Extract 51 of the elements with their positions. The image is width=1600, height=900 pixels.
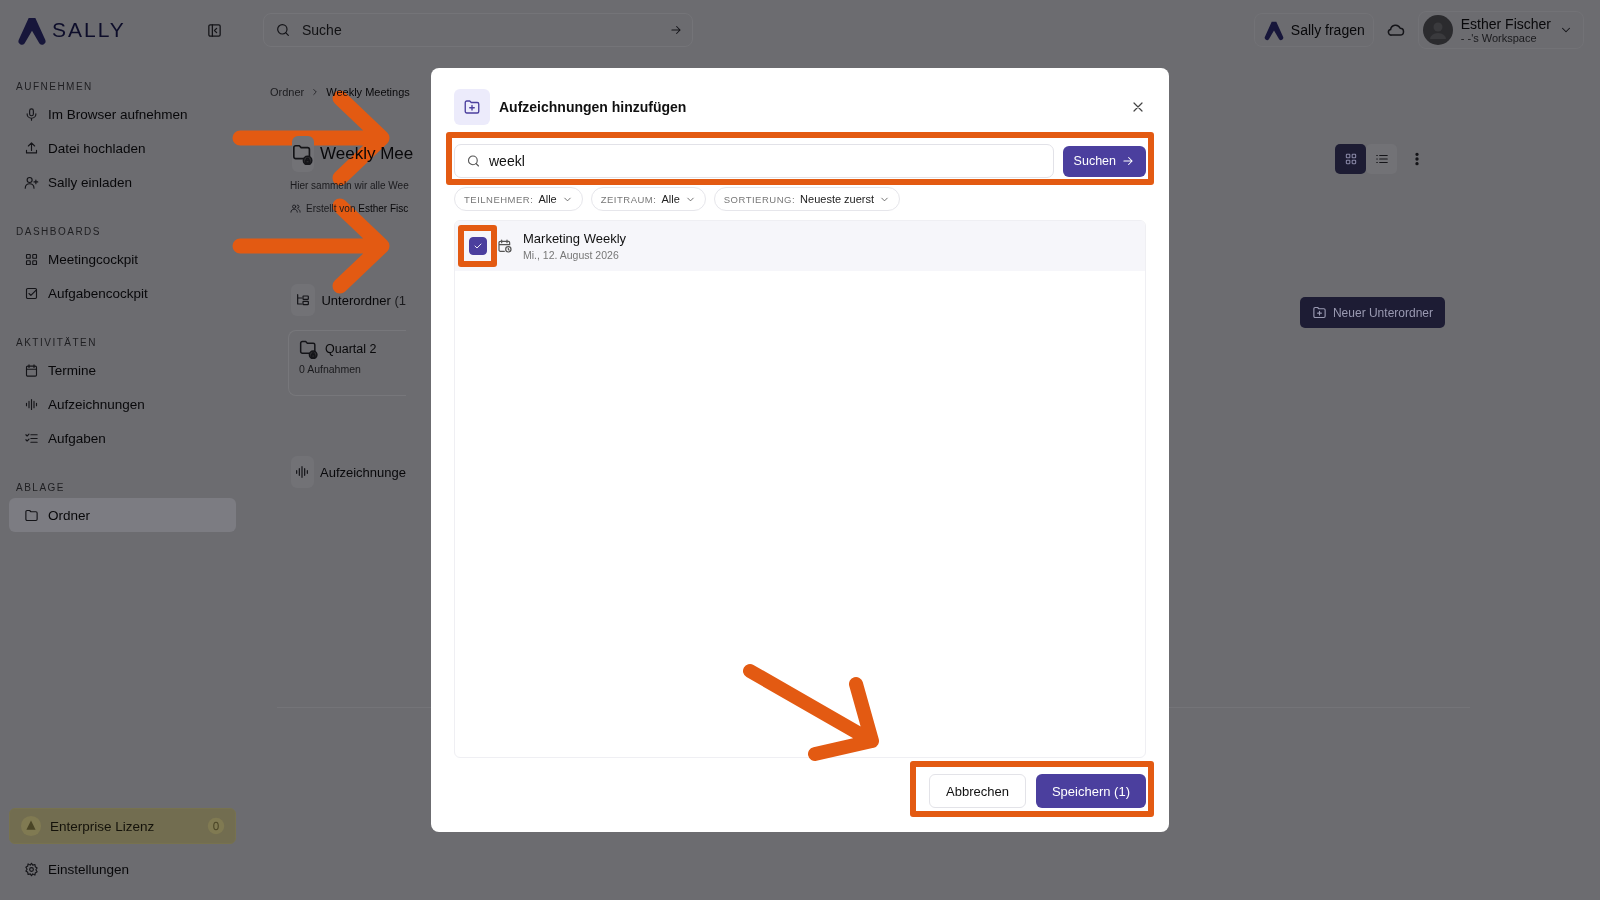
new-subfolder-button[interactable]: Neuer Unterordner [1299,297,1445,328]
sidebar-item-label: Ordner [48,507,91,523]
filter-dropdown[interactable]: SORTIERUNG: Neueste zuerst [713,187,901,211]
recording-count: 0 Aufnahmen [299,363,362,375]
sidebar-item-label: Im Browser aufnehmen [48,106,188,122]
ask-button[interactable]: Sally fragen [1253,13,1374,47]
dialog-title: Aufzeichnungen hinzufügen [499,99,688,115]
result-title: Marketing Weekly [523,231,627,246]
section-title: Aufzeichnunge [320,464,406,480]
sidebar-item[interactable]: Aufzeichnungen [9,387,236,421]
license-card[interactable]: Enterprise Lizenz [9,808,236,844]
result-row[interactable]: Marketing Weekly Mi., 12. August 2026 [455,221,1145,271]
sidebar-item[interactable]: Meetingcockpit [9,242,236,276]
sidebar-item[interactable]: Ordner [9,498,236,532]
sidebar-item-label: Termine [48,362,96,378]
sidebar-item-label: Datei hochladen [48,140,146,156]
sidebar-item-label: Sally einladen [48,174,133,190]
settings-item[interactable]: Einstellungen [9,852,236,886]
section-title: Unterordner (1 [321,292,406,308]
save-button[interactable]: Speichern (1) [1035,774,1146,808]
settings-label: Einstellungen [48,861,130,877]
user-menu[interactable]: Esther Fischer - -'s Workspace [1417,11,1584,49]
section-heading: ABLAGE [15,481,67,495]
section-heading: DASHBOARDS [15,225,102,239]
cancel-button[interactable]: Abbrechen [929,774,1026,808]
workspace-name: - -'s Workspace [1460,32,1538,44]
sidebar-item-label: Aufzeichnungen [48,396,145,412]
search-field[interactable]: Suche [263,13,693,47]
sidebar-item[interactable]: Termine [9,353,236,387]
filter-dropdown[interactable]: TEILNEHMER: Alle [454,187,583,211]
section-heading: AUFNEHMEN [15,80,94,94]
section-heading: AKTIVITÄTEN [15,336,98,350]
search-field[interactable]: weekl [454,144,1054,178]
breadcrumb-item[interactable]: Ordner [270,86,305,98]
user-name: Esther Fischer [1460,16,1551,32]
sidebar-item[interactable]: Aufgaben [9,421,236,455]
folder-name: Quartal 2 [325,342,377,356]
sidebar-item-label: Aufgaben [48,430,106,446]
filter-dropdown[interactable]: ZEITRAUM: Alle [590,187,706,211]
license-label: Enterprise Lizenz [50,818,156,834]
sidebar-item-label: Aufgabencockpit [48,285,148,301]
folder-card[interactable]: Quartal 2 0 Aufnahmen [288,330,406,396]
breadcrumb-item[interactable]: Weekly Meetings [326,86,410,98]
sidebar-item[interactable]: Im Browser aufnehmen [9,97,236,131]
sidebar-item[interactable]: Aufgabencockpit [9,276,236,310]
logo-text: SALLY [52,18,126,42]
search-button[interactable]: Suchen [1062,145,1146,177]
sidebar-item[interactable]: Sally einladen [9,165,236,199]
sidebar-item[interactable]: Datei hochladen [9,131,236,165]
sidebar-item-label: Meetingcockpit [48,251,139,267]
result-date: Mi., 12. August 2026 [523,249,620,261]
